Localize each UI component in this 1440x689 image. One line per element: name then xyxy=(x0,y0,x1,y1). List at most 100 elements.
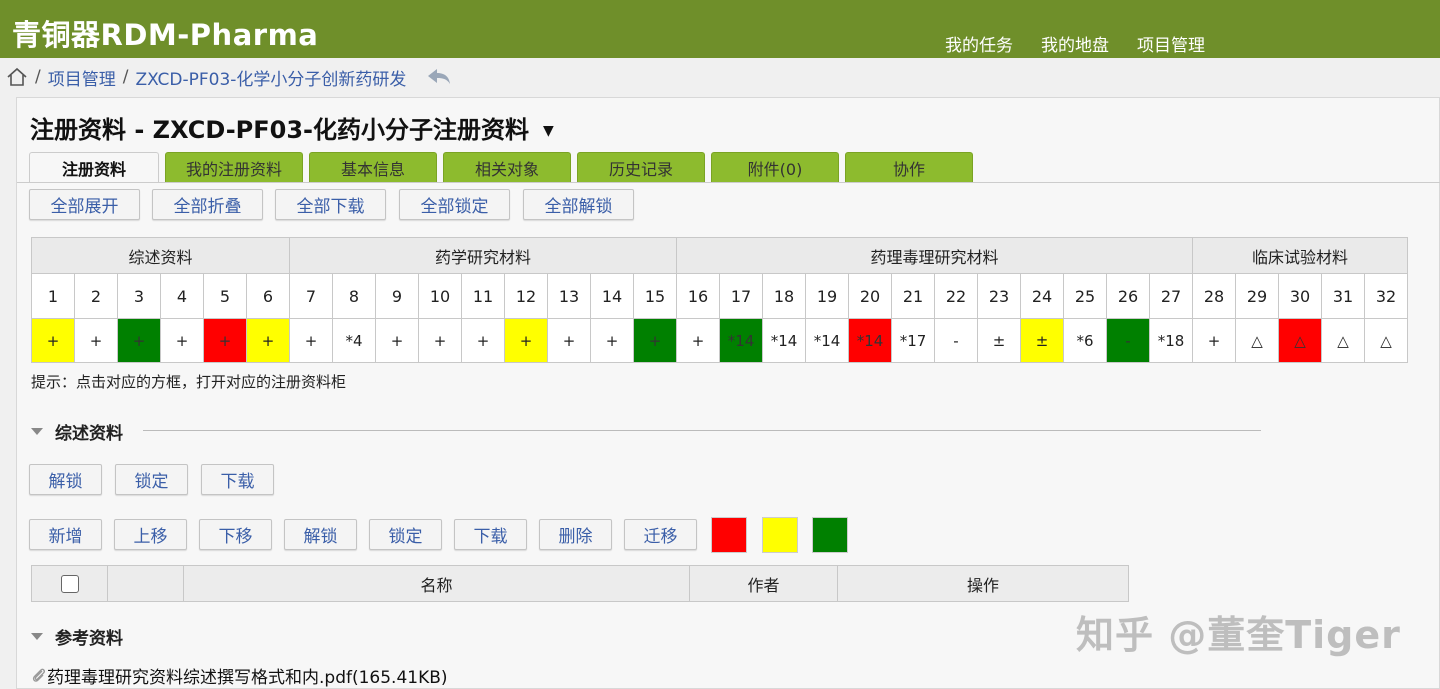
unlock-button[interactable]: 解锁 xyxy=(29,464,102,495)
grid-status-cell[interactable]: *14 xyxy=(848,318,892,363)
green-status-swatch[interactable] xyxy=(812,517,848,553)
grid-column-number: 13 xyxy=(547,273,591,319)
grid-status-cell[interactable]: ± xyxy=(1020,318,1064,363)
grid-status-cell[interactable]: - xyxy=(1106,318,1150,363)
grid-status-cell[interactable]: + xyxy=(676,318,720,363)
grid-status-cell[interactable]: + xyxy=(289,318,333,363)
grid-column-number: 10 xyxy=(418,273,462,319)
breadcrumb-project-management[interactable]: 项目管理 xyxy=(48,65,116,90)
table-header-row: 名称 作者 操作 xyxy=(31,565,1129,602)
grid-column-number: 32 xyxy=(1364,273,1408,319)
grid-status-cell[interactable]: *14 xyxy=(805,318,849,363)
grid-status-cell[interactable]: + xyxy=(31,318,75,363)
delete-button[interactable]: 删除 xyxy=(539,519,612,550)
download-all-button[interactable]: 全部下载 xyxy=(275,189,386,220)
grid-column-number: 12 xyxy=(504,273,548,319)
grid-group-header: 药理毒理研究材料 xyxy=(676,237,1193,274)
tab-basic-info[interactable]: 基本信息 xyxy=(309,152,437,182)
grid-status-cell[interactable]: + xyxy=(418,318,462,363)
add-button[interactable]: 新增 xyxy=(29,519,102,550)
collapse-triangle-icon[interactable] xyxy=(31,427,43,435)
grid-column-number: 21 xyxy=(891,273,935,319)
grid-column-number: 18 xyxy=(762,273,806,319)
grid-column-number: 25 xyxy=(1063,273,1107,319)
grid-status-cell[interactable]: + xyxy=(1192,318,1236,363)
expand-all-button[interactable]: 全部展开 xyxy=(29,189,140,220)
grid-column-number: 5 xyxy=(203,273,247,319)
nav-my-space[interactable]: 我的地盘 xyxy=(1041,31,1109,56)
lock-button[interactable]: 锁定 xyxy=(115,464,188,495)
grid-status-cell[interactable]: + xyxy=(203,318,247,363)
breadcrumb: / 项目管理 / ZXCD-PF03-化学小分子创新药研发 xyxy=(6,64,452,90)
grid-status-cell[interactable]: + xyxy=(504,318,548,363)
tab-collaboration[interactable]: 协作 xyxy=(845,152,973,182)
header-name[interactable]: 名称 xyxy=(183,565,690,602)
grid-status-cell[interactable]: + xyxy=(160,318,204,363)
grid-status-cell[interactable]: + xyxy=(547,318,591,363)
breadcrumb-separator: / xyxy=(122,67,129,87)
nav-project-management[interactable]: 项目管理 xyxy=(1137,31,1205,56)
grid-status-cell[interactable]: *4 xyxy=(332,318,376,363)
tab-registration-data[interactable]: 注册资料 xyxy=(29,152,159,183)
section-title: 参考资料 xyxy=(55,628,123,649)
grid-status-cell[interactable]: + xyxy=(117,318,161,363)
lock-all-button[interactable]: 全部锁定 xyxy=(399,189,510,220)
grid-status-cell[interactable]: + xyxy=(590,318,634,363)
grid-status-cell[interactable]: + xyxy=(246,318,290,363)
header-author[interactable]: 作者 xyxy=(689,565,838,602)
lock-file-button[interactable]: 锁定 xyxy=(369,519,442,550)
download-button[interactable]: 下载 xyxy=(201,464,274,495)
download-file-button[interactable]: 下载 xyxy=(454,519,527,550)
page-title: 注册资料 - ZXCD-PF03-化药小分子注册资料 ▼ xyxy=(30,110,554,145)
select-all-checkbox[interactable] xyxy=(60,575,79,594)
grid-column-number: 31 xyxy=(1321,273,1365,319)
grid-status-cell[interactable]: + xyxy=(375,318,419,363)
grid-column-number: 30 xyxy=(1278,273,1322,319)
unlock-all-button[interactable]: 全部解锁 xyxy=(523,189,634,220)
grid-column-number: 15 xyxy=(633,273,677,319)
grid-group-header: 药学研究材料 xyxy=(289,237,677,274)
unlock-file-button[interactable]: 解锁 xyxy=(284,519,357,550)
select-all-cell xyxy=(31,565,108,602)
move-up-button[interactable]: 上移 xyxy=(114,519,187,550)
grid-status-cell[interactable]: ± xyxy=(977,318,1021,363)
grid-status-cell[interactable]: △ xyxy=(1364,318,1408,363)
breadcrumb-project[interactable]: ZXCD-PF03-化学小分子创新药研发 xyxy=(135,65,406,90)
nav-my-tasks[interactable]: 我的任务 xyxy=(945,31,1013,56)
back-arrow-icon[interactable] xyxy=(426,67,452,87)
top-nav: 我的任务 我的地盘 项目管理 xyxy=(945,31,1205,56)
grid-status-cell[interactable]: + xyxy=(74,318,118,363)
grid-status-cell[interactable]: *14 xyxy=(719,318,763,363)
tab-divider xyxy=(17,182,1440,183)
grid-status-cell[interactable]: + xyxy=(633,318,677,363)
tab-my-registration-data[interactable]: 我的注册资料 xyxy=(165,152,303,182)
section-header-overview[interactable]: 综述资料 xyxy=(31,419,1271,444)
collapse-all-button[interactable]: 全部折叠 xyxy=(152,189,263,220)
migrate-button[interactable]: 迁移 xyxy=(624,519,697,550)
grid-status-cell[interactable]: + xyxy=(461,318,505,363)
red-status-swatch[interactable] xyxy=(711,517,747,553)
attachment-filename[interactable]: 药理毒理研究资料综述撰写格式和内.pdf(165.41KB) xyxy=(47,663,448,688)
brand-logo: 青铜器RDM-Pharma xyxy=(12,18,319,52)
home-icon[interactable] xyxy=(6,67,28,87)
tab-history[interactable]: 历史记录 xyxy=(577,152,705,182)
grid-status-cell[interactable]: *6 xyxy=(1063,318,1107,363)
grid-status-cell[interactable]: △ xyxy=(1321,318,1365,363)
collapse-triangle-icon[interactable] xyxy=(31,632,43,640)
grid-column-number: 8 xyxy=(332,273,376,319)
attachment-link[interactable]: 药理毒理研究资料综述撰写格式和内.pdf(165.41KB) xyxy=(31,663,448,688)
grid-status-cell[interactable]: △ xyxy=(1278,318,1322,363)
grid-column-number: 3 xyxy=(117,273,161,319)
yellow-status-swatch[interactable] xyxy=(762,517,798,553)
grid-status-cell[interactable]: △ xyxy=(1235,318,1279,363)
grid-status-cell[interactable]: *17 xyxy=(891,318,935,363)
move-down-button[interactable]: 下移 xyxy=(199,519,272,550)
tab-attachments[interactable]: 附件(0) xyxy=(711,152,839,182)
grid-column-number: 28 xyxy=(1192,273,1236,319)
grid-status-cell[interactable]: - xyxy=(934,318,978,363)
grid-status-cell[interactable]: *14 xyxy=(762,318,806,363)
grid-column-number: 11 xyxy=(461,273,505,319)
title-dropdown-caret-icon[interactable]: ▼ xyxy=(543,123,554,139)
tab-related-objects[interactable]: 相关对象 xyxy=(443,152,571,182)
grid-status-cell[interactable]: *18 xyxy=(1149,318,1193,363)
